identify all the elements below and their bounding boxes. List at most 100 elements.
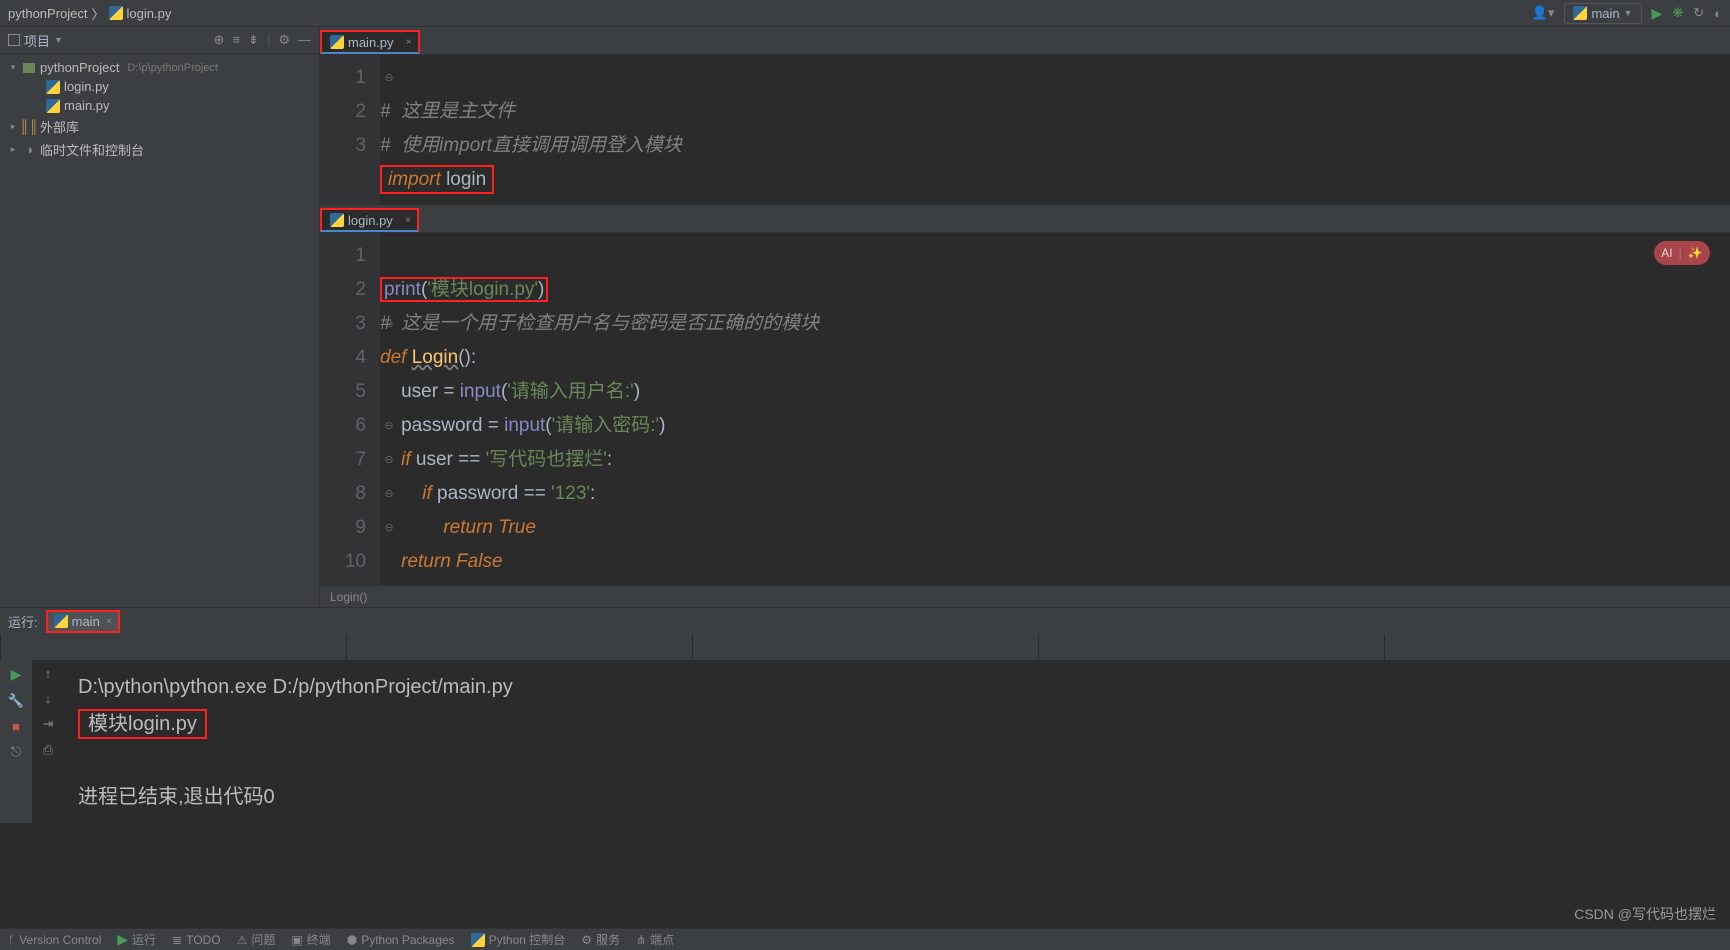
output-line: 进程已结束,退出代码0 — [78, 786, 275, 808]
tree-label: 临时文件和控制台 — [40, 140, 144, 159]
editor-login[interactable]: AI|✨ 12345678910 ⊖⊖⊖⊖⊖ print('模块login.py… — [320, 233, 1730, 585]
status-services[interactable]: ⚙服务 — [581, 931, 620, 948]
warning-icon: ⚠ — [237, 933, 248, 947]
run-configuration-selector[interactable]: main ▼ — [1564, 3, 1641, 24]
tree-label: login.py — [64, 79, 109, 94]
run-tool-column-1: ▶ 🔧 ■ ⎋ — [0, 660, 32, 823]
expand-icon[interactable]: ≡ — [232, 32, 240, 48]
run-tab-label: main — [72, 614, 100, 629]
chevron-down-icon: ▾ — [8, 62, 18, 73]
ai-icon: AI — [1661, 246, 1672, 260]
python-file-icon — [330, 213, 344, 227]
status-run[interactable]: ▶运行 — [117, 931, 156, 948]
run-tab-main[interactable]: main × — [46, 610, 120, 633]
line-gutter: 12345678910 — [320, 233, 380, 585]
up-icon[interactable]: ↑ — [45, 666, 52, 681]
python-file-icon — [46, 99, 60, 113]
editor-breadcrumb[interactable]: Login() — [320, 585, 1730, 607]
list-icon: ≣ — [172, 933, 182, 947]
breadcrumb-root[interactable]: pythonProject — [8, 6, 88, 21]
status-version-control[interactable]: ᚶVersion Control — [8, 933, 101, 947]
tree-label: pythonProject — [40, 60, 120, 75]
python-file-icon — [330, 35, 344, 49]
chevron-down-icon[interactable]: ▼ — [54, 35, 63, 45]
locate-icon[interactable]: ⊕ — [214, 32, 225, 48]
watermark-text: CSDN @写代码也摆烂 — [1574, 904, 1716, 924]
tree-label: main.py — [64, 98, 110, 113]
wrench-icon[interactable]: 🔧 — [8, 693, 24, 709]
chevron-down-icon: ▼ — [1624, 8, 1633, 18]
run-output[interactable]: D:\python\python.exe D:/p/pythonProject/… — [64, 660, 1730, 823]
run-config-label: main — [1591, 6, 1619, 21]
more-icon[interactable]: ◐ — [1714, 6, 1722, 21]
tab-label: main.py — [348, 35, 394, 50]
tree-file-login[interactable]: login.py — [0, 77, 319, 96]
tree-project-root[interactable]: ▾ pythonProject D:\p\pythonProject — [0, 58, 319, 77]
line-gutter: 123 — [320, 55, 380, 205]
python-icon — [471, 933, 485, 947]
status-bar: ᚶVersion Control ▶运行 ≣TODO ⚠问题 ▣终端 ⬢Pyth… — [0, 928, 1730, 950]
editor-tab-main[interactable]: main.py × — [320, 30, 420, 54]
breadcrumb-separator: 〉 — [92, 4, 105, 23]
editor-tab-login[interactable]: login.py × — [320, 208, 419, 232]
chevron-right-icon: ▸ — [8, 144, 18, 155]
run-segment-bar — [0, 634, 1730, 660]
editor-main[interactable]: 123 ⊖ # 这里是主文件 # 使用import直接调用调用登入模块 impo… — [320, 55, 1730, 205]
stop-icon[interactable]: ■ — [12, 719, 20, 734]
rerun-icon[interactable]: ▶ — [11, 666, 22, 683]
output-line: D:\python\python.exe D:/p/pythonProject/… — [78, 676, 513, 698]
wrap-icon[interactable]: ⇥ — [43, 716, 54, 732]
python-icon — [1573, 6, 1587, 20]
breadcrumb[interactable]: pythonProject 〉 login.py — [8, 4, 171, 23]
branch-icon: ᚶ — [8, 933, 15, 947]
folder-icon — [23, 63, 35, 73]
status-python-packages[interactable]: ⬢Python Packages — [347, 933, 455, 947]
breadcrumb-function: Login() — [330, 590, 367, 604]
print-icon[interactable]: ⎙ — [43, 742, 53, 758]
python-file-icon — [46, 80, 60, 94]
down-icon[interactable]: ↓ — [45, 691, 52, 706]
project-pane-icon — [8, 34, 20, 46]
status-python-console[interactable]: Python 控制台 — [471, 931, 566, 948]
close-icon[interactable]: × — [406, 37, 412, 48]
close-icon[interactable]: × — [405, 215, 411, 226]
tree-file-main[interactable]: main.py — [0, 96, 319, 115]
ai-assistant-badge[interactable]: AI|✨ — [1654, 241, 1710, 265]
python-icon — [54, 614, 68, 628]
project-tree: ▾ pythonProject D:\p\pythonProject login… — [0, 54, 319, 165]
endpoint-icon: ⋔ — [636, 933, 646, 947]
top-navigation-bar: pythonProject 〉 login.py 👤▾ main ▼ ▶ ❋ ↻… — [0, 0, 1730, 27]
run-icon: ▶ — [117, 931, 128, 948]
coverage-icon[interactable]: ↻ — [1693, 5, 1704, 21]
exit-icon[interactable]: ⎋ — [11, 744, 21, 760]
hide-icon[interactable]: — — [298, 32, 311, 48]
tree-path-hint: D:\p\pythonProject — [128, 62, 219, 74]
breadcrumb-file[interactable]: login.py — [127, 6, 172, 21]
status-problems[interactable]: ⚠问题 — [237, 931, 276, 948]
terminal-icon: ▣ — [291, 933, 302, 947]
tree-scratches[interactable]: ▸ ◑ 临时文件和控制台 — [0, 138, 319, 161]
debug-icon[interactable]: ❋ — [1672, 5, 1683, 21]
scratch-icon: ◑ — [22, 143, 36, 157]
tree-external-libs[interactable]: ▸ ║║ 外部库 — [0, 115, 319, 138]
library-icon: ║║ — [22, 120, 36, 134]
tab-label: login.py — [348, 213, 393, 228]
add-user-icon[interactable]: 👤▾ — [1532, 5, 1555, 21]
run-panel-header: 运行: main × — [0, 608, 1730, 634]
run-icon[interactable]: ▶ — [1652, 5, 1663, 22]
status-todo[interactable]: ≣TODO — [172, 933, 221, 947]
code-comment: # 这里是主文件 — [380, 101, 515, 122]
gear-icon[interactable]: ⚙ — [278, 32, 290, 48]
status-endpoints[interactable]: ⋔端点 — [636, 931, 674, 948]
package-icon: ⬢ — [347, 933, 357, 947]
close-icon[interactable]: × — [106, 616, 112, 627]
run-tool-column-2: ↑ ↓ ⇥ ⎙ — [32, 660, 64, 823]
chevron-right-icon: ▸ — [8, 121, 18, 132]
run-panel-label: 运行: — [8, 612, 38, 631]
status-terminal[interactable]: ▣终端 — [291, 931, 330, 948]
magic-icon: ✨ — [1688, 246, 1703, 260]
gear-icon: ⚙ — [581, 933, 592, 947]
collapse-icon[interactable]: ⇟ — [248, 32, 259, 48]
tree-label: 外部库 — [40, 117, 79, 136]
sidebar-title: 项目 — [24, 31, 50, 50]
